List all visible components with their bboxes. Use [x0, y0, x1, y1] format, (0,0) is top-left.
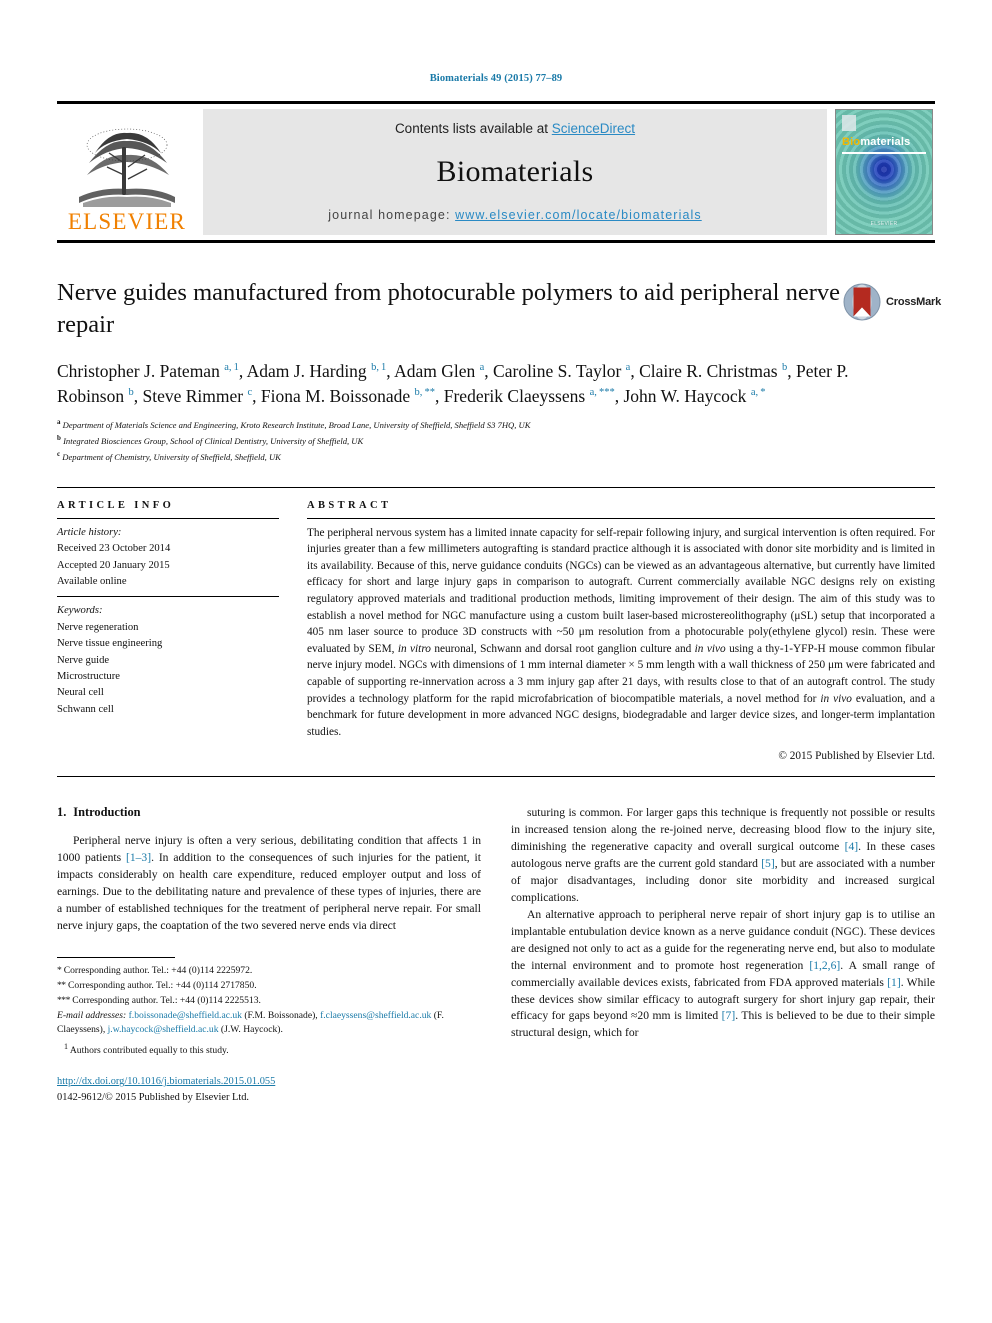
article-history-label: Article history: — [57, 526, 122, 538]
homepage-prefix: journal homepage: — [328, 208, 456, 222]
crossmark-label: CrossMark — [886, 296, 942, 308]
footnote-contrib-text: Authors contributed equally to this stud… — [69, 1045, 229, 1057]
section-title: Introduction — [73, 805, 141, 820]
section-heading-introduction: 1. Introduction — [57, 805, 481, 820]
email-label: E-mail addresses: — [57, 1009, 127, 1021]
body-columns: 1. Introduction Peripheral nerve injury i… — [57, 805, 935, 1105]
elsevier-wordmark: ELSEVIER — [67, 209, 187, 234]
journal-cover-thumbnail: Biomaterials ELSEVIER — [835, 109, 933, 235]
keyword-item: Nerve tissue engineering — [57, 638, 163, 650]
article-info-column: ARTICLE INFO Article history: Received 2… — [57, 500, 279, 763]
affiliation-list: a Department of Materials Science and En… — [57, 417, 935, 464]
article-info-heading: ARTICLE INFO — [57, 499, 175, 511]
journal-homepage-link[interactable]: www.elsevier.com/locate/biomaterials — [455, 208, 702, 222]
footnote-text: Corresponding author. Tel.: +44 (0)114 2… — [63, 964, 253, 976]
affiliation-mark-c: c — [57, 449, 61, 458]
affiliation-mark-a: a — [57, 418, 61, 427]
info-abstract-band: ARTICLE INFO Article history: Received 2… — [57, 486, 935, 763]
article-info-divider-top — [57, 517, 279, 519]
sciencedirect-link[interactable]: ScienceDirect — [552, 121, 635, 136]
footnote-text: Corresponding author. Tel.: +44 (0)114 2… — [68, 979, 257, 991]
abstract-heading: ABSTRACT — [307, 499, 392, 511]
article-history-received: Received 23 October 2014 — [57, 543, 171, 555]
body-column-right: suturing is common. For larger gaps this… — [511, 805, 935, 1105]
intro-paragraph-right-2: An alternative approach to peripheral ne… — [511, 907, 936, 1040]
cover-title-rest: materials — [860, 136, 911, 148]
crossmark-badge[interactable]: CrossMark — [843, 279, 941, 325]
cover-divider — [842, 152, 926, 154]
contents-prefix: Contents lists available at — [394, 121, 552, 136]
article-page: Biomaterials 49 (2015) 77–89 ELSEVIER Co… — [0, 0, 992, 1323]
article-history-accepted: Accepted 20 January 2015 — [57, 559, 170, 571]
doi-link[interactable]: http://dx.doi.org/10.1016/j.biomaterials… — [57, 1076, 275, 1087]
masthead-center: Contents lists available at ScienceDirec… — [203, 109, 827, 235]
journal-title: Biomaterials — [436, 155, 594, 188]
footnote-mark: * — [57, 964, 62, 976]
article-info-divider-mid — [57, 596, 279, 598]
cover-publisher-mark-icon — [842, 115, 856, 131]
affiliation-text-b: Integrated Biosciences Group, School of … — [63, 435, 364, 446]
intro-paragraph-left: Peripheral nerve injury is often a very … — [57, 834, 481, 933]
footnote-mark: *** — [57, 994, 70, 1006]
journal-masthead: ELSEVIER Contents lists available at Sci… — [57, 101, 935, 243]
footnote-mark: ** — [57, 979, 66, 991]
footnote-text: Corresponding author. Tel.: +44 (0)114 2… — [72, 994, 261, 1006]
cover-title: Biomaterials — [842, 136, 910, 148]
affiliation-text-c: Department of Chemistry, University of S… — [62, 451, 281, 462]
keyword-item: Nerve guide — [57, 654, 110, 666]
footnote-mark-1: 1 — [64, 1042, 68, 1052]
band-bottom-rule — [57, 776, 935, 778]
keyword-item: Neural cell — [57, 687, 104, 699]
affiliation-b: b Integrated Biosciences Group, School o… — [57, 433, 935, 449]
page-title: Nerve guides manufactured from photocura… — [57, 279, 841, 339]
intro-paragraph-right-1: suturing is common. For larger gaps this… — [511, 806, 935, 905]
keyword-item: Microstructure — [57, 670, 120, 682]
footnote-rule — [57, 956, 175, 958]
crossmark-icon — [843, 283, 881, 321]
author-list: Christopher J. Pateman a, 1, Adam J. Har… — [57, 360, 849, 406]
journal-cover-block: Biomaterials ELSEVIER — [833, 109, 935, 235]
journal-homepage-line: journal homepage: www.elsevier.com/locat… — [328, 208, 701, 222]
issn-copyright-line: 0142-9612/© 2015 Published by Elsevier L… — [57, 1091, 250, 1103]
footnote-equal-contribution: 1 Authors contributed equally to this st… — [57, 1041, 481, 1059]
elsevier-logo: ELSEVIER — [57, 109, 197, 235]
abstract-divider — [307, 517, 935, 519]
footnotes-block: * Corresponding author. Tel.: +44 (0)114… — [57, 956, 481, 1059]
affiliation-mark-b: b — [57, 434, 61, 443]
abstract-text: The peripheral nervous system has a limi… — [307, 526, 935, 738]
abstract-copyright: © 2015 Published by Elsevier Ltd. — [778, 750, 935, 763]
keyword-item: Nerve regeneration — [57, 621, 139, 633]
article-history-block: Article history: Received 23 October 201… — [57, 525, 279, 591]
affiliation-c: c Department of Chemistry, University of… — [57, 449, 935, 465]
body-column-left: 1. Introduction Peripheral nerve injury i… — [57, 805, 481, 1105]
title-area: Nerve guides manufactured from photocura… — [57, 277, 941, 342]
footnote-emails: E-mail addresses: f.boissonade@sheffield… — [57, 1009, 481, 1039]
cover-footer: ELSEVIER — [870, 221, 898, 227]
doi-block: http://dx.doi.org/10.1016/j.biomaterials… — [57, 1074, 481, 1105]
footnote-corresponding-1: * Corresponding author. Tel.: +44 (0)114… — [57, 964, 481, 979]
elsevier-tree-icon — [79, 128, 175, 207]
affiliation-text-a: Department of Materials Science and Engi… — [62, 420, 531, 431]
article-history-online: Available online — [57, 575, 127, 587]
cover-title-bio: Bio — [842, 136, 861, 148]
abstract-column: ABSTRACT The peripheral nervous system h… — [307, 499, 935, 763]
keyword-item: Schwann cell — [57, 703, 114, 715]
section-number: 1. — [57, 805, 67, 820]
running-head: Biomaterials 49 (2015) 77–89 — [429, 73, 563, 84]
footnote-corresponding-2: ** Corresponding author. Tel.: +44 (0)11… — [57, 979, 481, 994]
footnote-corresponding-3: *** Corresponding author. Tel.: +44 (0)1… — [57, 994, 481, 1009]
affiliation-a: a Department of Materials Science and En… — [57, 417, 935, 433]
keywords-block: Keywords: Nerve regeneration Nerve tissu… — [57, 603, 279, 718]
contents-line: Contents lists available at ScienceDirec… — [395, 121, 635, 136]
keywords-label: Keywords: — [57, 605, 103, 617]
